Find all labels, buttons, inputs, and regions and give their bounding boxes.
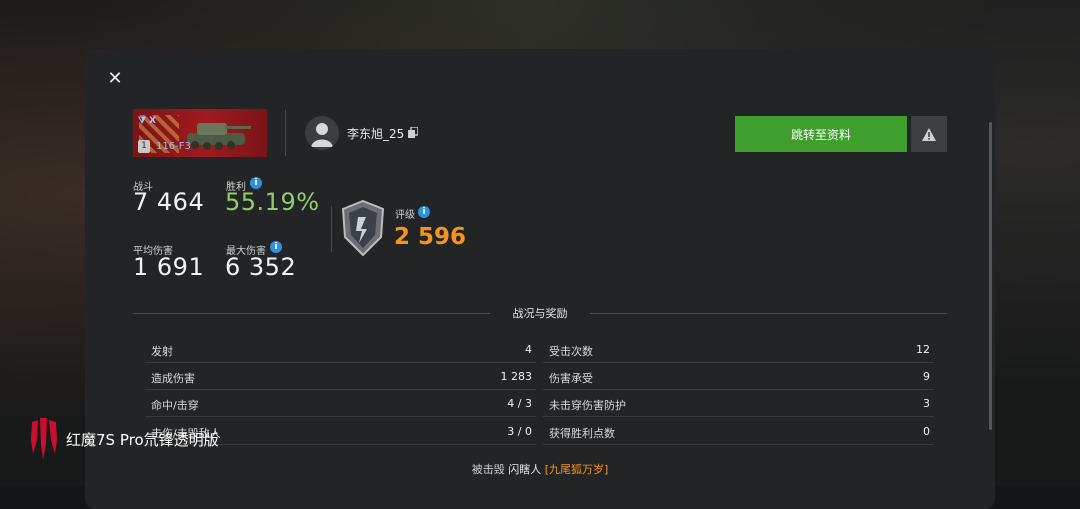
max-damage-value: 6 352 [225,253,297,281]
row-label: 未击穿伤害防护 [549,399,626,412]
tank-icon [187,123,251,150]
divider [331,206,332,252]
player-name: 李东旭_25 [347,127,405,141]
vehicle-tier-badge: ⧩ X [138,116,157,126]
row-label: 发射 [151,345,173,358]
row-value: 4 [525,343,532,356]
rating-shield-icon [341,199,385,257]
row-value: 3 / 0 [507,425,532,438]
killer-name[interactable]: 闪瞎人 [508,463,541,476]
row-label: 受击次数 [549,345,593,358]
divider [285,110,286,156]
watermark: 红魔7S Pro氘锋透明版 [28,418,219,460]
rank-chevron-icon: ⧩ [138,116,147,126]
row-value: 0 [923,425,930,438]
row-value: 3 [923,397,930,410]
table-row: 发射 4 [145,336,536,363]
winrate-value: 55.19% [225,188,320,216]
destroyed-by-line: 被击毁 闪瞎人 [九尾狐万岁] [0,461,1080,477]
warning-icon [922,127,936,141]
table-row: 伤害承受 9 [543,363,934,390]
avatar [305,116,339,150]
section-title: 战况与奖励 [512,307,568,320]
row-value: 9 [923,370,930,383]
table-row: 受击次数 12 [543,336,934,363]
row-label: 造成伤害 [151,372,195,385]
section-divider [590,313,947,314]
scrollbar[interactable] [989,122,992,430]
row-label: 命中/击穿 [151,399,199,412]
table-row: 获得胜利点数 0 [543,418,934,445]
battles-value: 7 464 [133,188,205,216]
destroyed-by-prefix: 被击毁 [471,463,505,476]
section-divider [133,313,490,314]
info-icon[interactable]: i [418,206,430,218]
row-label: 获得胜利点数 [549,427,615,440]
rating-value: 2 596 [394,224,467,250]
vehicle-level-badge: 1 [138,140,150,153]
close-icon[interactable]: ✕ [106,70,124,88]
row-value: 4 / 3 [507,397,532,410]
info-icon[interactable]: i [270,241,282,253]
vehicle-name: 116-F3 [156,141,191,152]
table-row: 造成伤害 1 283 [145,363,536,390]
table-row: 命中/击穿 4 / 3 [145,390,536,417]
red-magic-logo-icon [31,418,57,460]
avg-damage-value: 1 691 [133,253,205,281]
report-button[interactable] [911,116,947,152]
row-value: 12 [916,343,930,356]
table-row: 未击穿伤害防护 3 [543,390,934,417]
row-label: 伤害承受 [549,372,593,385]
row-value: 1 283 [500,370,533,383]
killer-clan[interactable]: [九尾狐万岁] [545,463,609,476]
go-to-profile-button[interactable]: 跳转至资料 [735,116,907,152]
copy-icon[interactable] [408,127,418,138]
rating-label: 评级 [395,210,415,221]
vehicle-card: ⧩ X 1 116-F3 [133,109,267,157]
watermark-text: 红魔7S Pro氘锋透明版 [66,430,219,449]
user-icon [311,123,333,147]
